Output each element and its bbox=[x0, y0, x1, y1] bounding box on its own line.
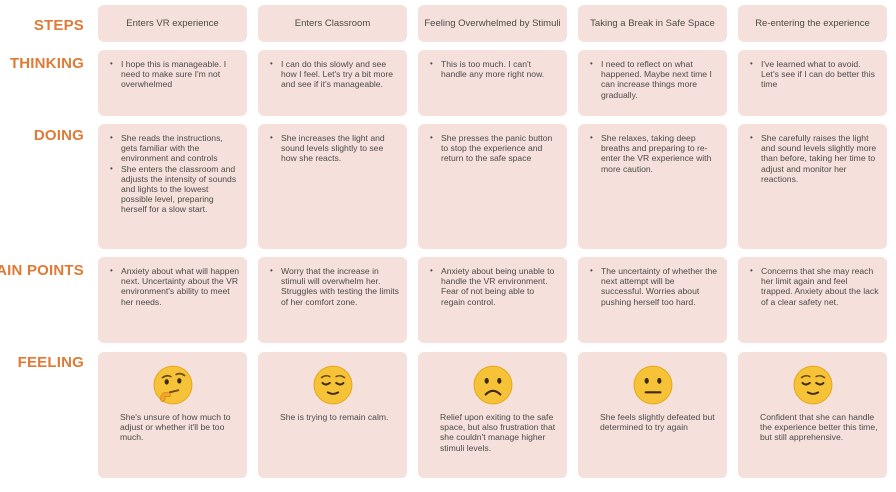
step-label: Taking a Break in Safe Space bbox=[590, 18, 715, 29]
pain-point-text: Anxiety about being unable to handle the… bbox=[430, 266, 559, 307]
feeling-card: She feels slightly defeated but determin… bbox=[578, 352, 727, 478]
step-label: Enters Classroom bbox=[294, 18, 371, 29]
feeling-card: Confident that she can handle the experi… bbox=[738, 352, 887, 478]
row-label-feeling: FEELING bbox=[17, 354, 84, 371]
step-label: Feeling Overwhelmed by Stimuli bbox=[424, 18, 561, 29]
doing-text: She relaxes, taking deep breaths and pre… bbox=[590, 133, 719, 174]
thinking-text: This is too much. I can't handle any mor… bbox=[430, 59, 559, 79]
pain-point-card: Anxiety about what will happen next. Unc… bbox=[98, 257, 247, 343]
doing-card: She relaxes, taking deep breaths and pre… bbox=[578, 124, 727, 249]
row-label-thinking: THINKING bbox=[9, 55, 84, 72]
step-label: Enters VR experience bbox=[126, 18, 219, 29]
row-label-pain-points: PAIN POINTS bbox=[0, 262, 84, 279]
feeling-card: She is trying to remain calm. bbox=[258, 352, 407, 478]
neutral-face-icon bbox=[633, 365, 672, 405]
relieved-face-icon bbox=[313, 365, 352, 405]
thinking-face-icon bbox=[153, 365, 192, 405]
relieved-face-icon bbox=[793, 365, 832, 405]
pain-point-card: The uncertainty of whether the next atte… bbox=[578, 257, 727, 343]
doing-card: She presses the panic button to stop the… bbox=[418, 124, 567, 249]
doing-text: She reads the instructions, gets familia… bbox=[110, 133, 239, 164]
step-label: Re-entering the experience bbox=[755, 18, 870, 29]
thinking-card: This is too much. I can't handle any mor… bbox=[418, 50, 567, 116]
thinking-card: I need to reflect on what happened. Mayb… bbox=[578, 50, 727, 116]
doing-text: She increases the light and sound levels… bbox=[270, 133, 399, 164]
frowning-face-icon bbox=[473, 365, 512, 405]
doing-card: She carefully raises the light and sound… bbox=[738, 124, 887, 249]
thinking-text: I can do this slowly and see how I feel.… bbox=[270, 59, 399, 90]
doing-card: She increases the light and sound levels… bbox=[258, 124, 407, 249]
step-card: Enters Classroom bbox=[258, 5, 407, 42]
pain-point-text: Concerns that she may reach her limit ag… bbox=[750, 266, 879, 307]
doing-text: She enters the classroom and adjusts the… bbox=[110, 164, 239, 215]
thinking-card: I hope this is manageable. I need to mak… bbox=[98, 50, 247, 116]
thinking-card: I've learned what to avoid. Let's see if… bbox=[738, 50, 887, 116]
step-card: Feeling Overwhelmed by Stimuli bbox=[418, 5, 567, 42]
step-card: Re-entering the experience bbox=[738, 5, 887, 42]
row-label-steps: STEPS bbox=[33, 17, 84, 34]
pain-point-text: Worry that the increase in stimuli will … bbox=[270, 266, 399, 307]
feeling-text: She's unsure of how much to adjust or wh… bbox=[120, 412, 231, 443]
step-card: Taking a Break in Safe Space bbox=[578, 5, 727, 42]
thinking-text: I've learned what to avoid. Let's see if… bbox=[750, 59, 879, 90]
pain-point-card: Concerns that she may reach her limit ag… bbox=[738, 257, 887, 343]
step-card: Enters VR experience bbox=[98, 5, 247, 42]
feeling-text: She feels slightly defeated but determin… bbox=[600, 412, 715, 433]
thinking-card: I can do this slowly and see how I feel.… bbox=[258, 50, 407, 116]
feeling-card: Relief upon exiting to the safe space, b… bbox=[418, 352, 567, 478]
pain-point-card: Anxiety about being unable to handle the… bbox=[418, 257, 567, 343]
feeling-text: Relief upon exiting to the safe space, b… bbox=[440, 412, 556, 453]
feeling-text: Confident that she can handle the experi… bbox=[760, 412, 878, 443]
feeling-text: She is trying to remain calm. bbox=[280, 412, 389, 422]
doing-text: She presses the panic button to stop the… bbox=[430, 133, 559, 164]
thinking-text: I hope this is manageable. I need to mak… bbox=[110, 59, 239, 90]
doing-card: She reads the instructions, gets familia… bbox=[98, 124, 247, 249]
pain-point-card: Worry that the increase in stimuli will … bbox=[258, 257, 407, 343]
pain-point-text: Anxiety about what will happen next. Unc… bbox=[110, 266, 239, 307]
feeling-card: She's unsure of how much to adjust or wh… bbox=[98, 352, 247, 478]
thinking-text: I need to reflect on what happened. Mayb… bbox=[590, 59, 719, 100]
pain-point-text: The uncertainty of whether the next atte… bbox=[590, 266, 719, 307]
row-label-doing: DOING bbox=[33, 127, 84, 144]
doing-text: She carefully raises the light and sound… bbox=[750, 133, 879, 184]
